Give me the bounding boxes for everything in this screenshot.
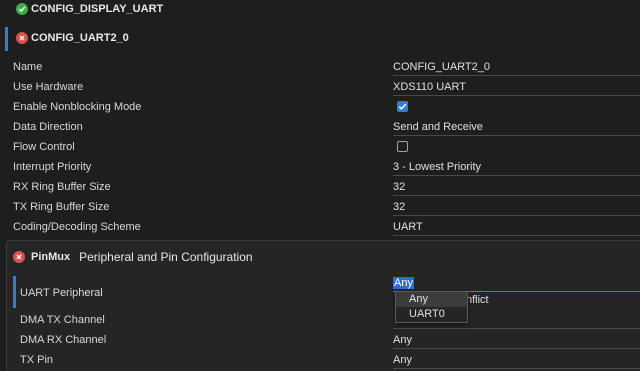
uart-peripheral-label: UART Peripheral xyxy=(20,287,103,299)
config-uart2-label: CONFIG_UART2_0 xyxy=(31,32,129,44)
enable-nonblocking-label: Enable Nonblocking Mode xyxy=(13,101,142,113)
tx-pin-underline xyxy=(393,368,640,369)
flow-control-label: Flow Control xyxy=(13,141,75,153)
coding-scheme-label: Coding/Decoding Scheme xyxy=(13,221,141,233)
dropdown-option-any[interactable]: Any xyxy=(396,292,467,307)
checkmark-icon xyxy=(398,103,407,110)
tx-pin-label: TX Pin xyxy=(20,354,54,366)
flow-control-checkbox[interactable] xyxy=(397,141,408,152)
uart-peripheral-accent-bar xyxy=(13,276,16,308)
data-direction-select[interactable]: Send and Receive xyxy=(393,121,483,133)
dma-tx-label: DMA TX Channel xyxy=(20,314,105,326)
use-hardware-label: Use Hardware xyxy=(13,81,84,93)
error-circle-icon xyxy=(16,32,28,44)
error-circle-icon xyxy=(13,251,25,263)
dropdown-option-uart0[interactable]: UART0 xyxy=(396,307,467,322)
dma-rx-underline xyxy=(393,348,640,349)
config-display-uart-header[interactable]: CONFIG_DISPLAY_UART xyxy=(16,3,163,15)
pinmux-tag: PinMux xyxy=(31,251,71,263)
data-direction-underline xyxy=(393,135,640,136)
coding-scheme-underline xyxy=(393,235,640,236)
interrupt-priority-select[interactable]: 3 - Lowest Priority xyxy=(393,161,481,173)
tx-ring-buffer-label: TX Ring Buffer Size xyxy=(13,201,110,213)
enable-nonblocking-checkbox[interactable] xyxy=(397,101,408,112)
use-hardware-select[interactable]: XDS110 UART xyxy=(393,81,466,93)
uart-peripheral-select[interactable]: Any xyxy=(393,277,640,292)
data-direction-label: Data Direction xyxy=(13,121,83,133)
check-circle-icon xyxy=(16,3,28,15)
uart-peripheral-value: Any xyxy=(393,277,414,289)
tx-pin-select[interactable]: Any xyxy=(393,354,412,366)
interrupt-priority-label: Interrupt Priority xyxy=(13,161,92,173)
interrupt-priority-underline xyxy=(393,175,640,176)
selected-accent-bar xyxy=(5,27,8,51)
config-uart2-header[interactable]: CONFIG_UART2_0 xyxy=(16,32,129,44)
dma-rx-select[interactable]: Any xyxy=(393,334,412,346)
dma-tx-underline xyxy=(393,328,640,329)
rx-ring-buffer-underline xyxy=(393,195,640,196)
pinmux-title: Peripheral and Pin Configuration xyxy=(79,250,253,264)
config-display-uart-label: CONFIG_DISPLAY_UART xyxy=(31,3,164,15)
uart-peripheral-dropdown: Any UART0 xyxy=(395,291,468,323)
rx-ring-buffer-label: RX Ring Buffer Size xyxy=(13,181,111,193)
rx-ring-buffer-input[interactable]: 32 xyxy=(393,181,405,193)
name-underline xyxy=(393,75,640,76)
tx-ring-buffer-input[interactable]: 32 xyxy=(393,201,405,213)
name-input[interactable]: CONFIG_UART2_0 xyxy=(393,61,490,73)
dma-rx-label: DMA RX Channel xyxy=(20,334,107,346)
tx-ring-buffer-underline xyxy=(393,215,640,216)
use-hardware-underline xyxy=(393,95,640,96)
name-label: Name xyxy=(13,61,43,73)
coding-scheme-select[interactable]: UART xyxy=(393,221,423,233)
conflict-hint-text: nflict xyxy=(466,294,489,306)
pinmux-header[interactable]: PinMux Peripheral and Pin Configuration xyxy=(13,250,253,264)
